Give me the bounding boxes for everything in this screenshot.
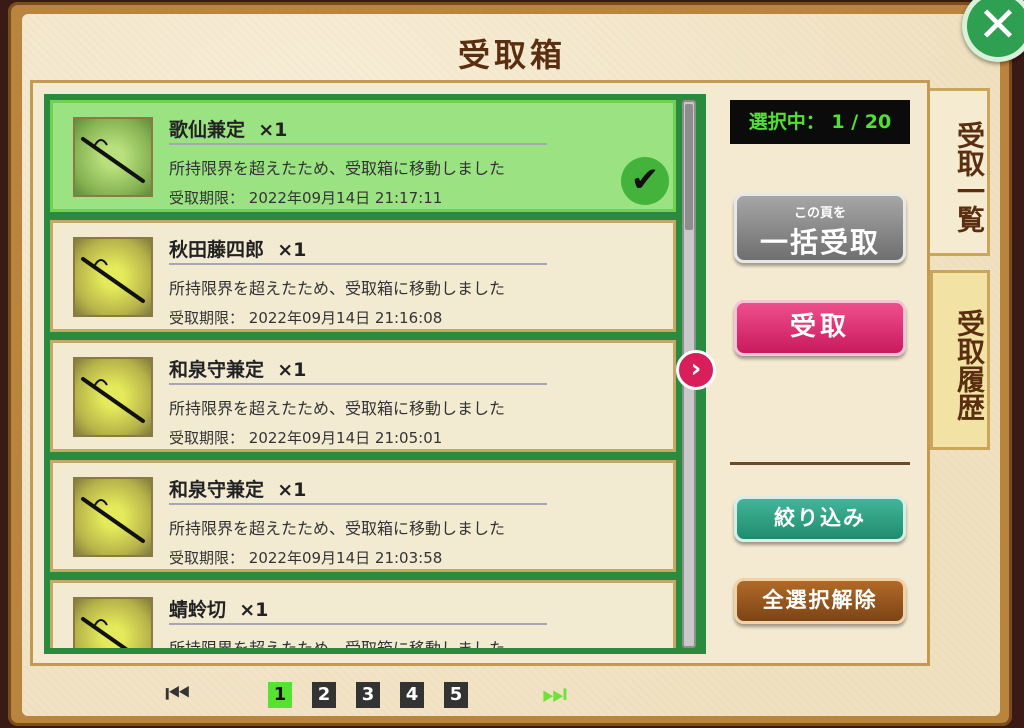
sword-icon	[73, 597, 153, 648]
item-description: 所持限界を超えたため、受取箱に移動しました	[169, 635, 505, 648]
list-item[interactable]: 歌仙兼定 ×1 所持限界を超えたため、受取箱に移動しました 受取期限： 2022…	[50, 100, 676, 212]
divider	[730, 462, 910, 465]
item-list: 歌仙兼定 ×1 所持限界を超えたため、受取箱に移動しました 受取期限： 2022…	[44, 94, 706, 654]
list-item[interactable]: 秋田藤四郎 ×1 所持限界を超えたため、受取箱に移動しました 受取期限： 202…	[50, 220, 676, 332]
list-item[interactable]: 蜻蛉切 ×1 所持限界を超えたため、受取箱に移動しました	[50, 580, 676, 648]
page-number-1[interactable]: 1	[268, 682, 292, 708]
window-title: 受取箱	[457, 36, 566, 74]
bulk-receive-sublabel: この頁を	[793, 206, 846, 221]
item-name: 和泉守兼定 ×1	[169, 479, 307, 501]
item-description: 所持限界を超えたため、受取箱に移動しました	[169, 279, 506, 298]
sword-icon	[73, 237, 153, 317]
item-expiry: 受取期限： 2022年09月14日 21:16:08	[169, 309, 443, 327]
list-item[interactable]: 和泉守兼定 ×1 所持限界を超えたため、受取箱に移動しました 受取期限： 202…	[50, 340, 676, 452]
tab-receive-history[interactable]: 受取履歴	[930, 270, 990, 450]
close-icon: ✕	[977, 0, 1019, 53]
item-name: 和泉守兼定 ×1	[169, 359, 307, 381]
first-page-button[interactable]: ⏮	[165, 680, 193, 712]
item-description: 所持限界を超えたため、受取箱に移動しました	[169, 519, 506, 538]
item-description: 所持限界を超えたため、受取箱に移動しました	[169, 159, 506, 178]
item-expiry: 受取期限： 2022年09月14日 21:03:58	[169, 549, 443, 567]
chevron-right-icon: ›	[690, 354, 702, 384]
item-expiry: 受取期限： 2022年09月14日 21:05:01	[169, 429, 443, 447]
item-divider	[169, 503, 547, 505]
deselect-all-button[interactable]: 全選択解除	[734, 578, 906, 624]
item-name: 秋田藤四郎 ×1	[169, 239, 307, 261]
bulk-receive-button[interactable]: この頁を 一括受取	[734, 193, 906, 263]
sword-icon	[73, 117, 153, 197]
item-divider	[169, 263, 547, 265]
receive-button[interactable]: 受取	[734, 300, 906, 356]
page-number-2[interactable]: 2	[312, 682, 336, 708]
page-number-5[interactable]: 5	[444, 682, 468, 708]
list-item[interactable]: 和泉守兼定 ×1 所持限界を超えたため、受取箱に移動しました 受取期限： 202…	[50, 460, 676, 572]
last-page-button[interactable]: ⏭	[542, 680, 570, 712]
item-divider	[169, 143, 547, 145]
next-page-arrow[interactable]: ›	[676, 350, 716, 390]
tab-receive-list[interactable]: 受取一覧	[930, 88, 990, 256]
check-icon: ✔	[621, 157, 669, 205]
filter-button[interactable]: 絞り込み	[734, 496, 906, 542]
sword-icon	[73, 477, 153, 557]
bulk-receive-label: 一括受取	[759, 226, 880, 259]
selection-counter: 選択中： 1 / 20	[730, 100, 910, 144]
item-divider	[169, 623, 547, 625]
page-number-4[interactable]: 4	[400, 682, 424, 708]
last-page-icon: ⏭	[542, 677, 568, 710]
item-divider	[169, 383, 547, 385]
item-expiry: 受取期限： 2022年09月14日 21:17:11	[169, 189, 443, 207]
sword-icon	[73, 357, 153, 437]
scroll-thumb[interactable]	[685, 104, 693, 230]
first-page-icon: ⏮	[165, 677, 191, 710]
item-name: 蜻蛉切 ×1	[169, 599, 269, 621]
page-number-3[interactable]: 3	[356, 682, 380, 708]
item-name: 歌仙兼定 ×1	[169, 119, 288, 141]
item-description: 所持限界を超えたため、受取箱に移動しました	[169, 399, 506, 418]
